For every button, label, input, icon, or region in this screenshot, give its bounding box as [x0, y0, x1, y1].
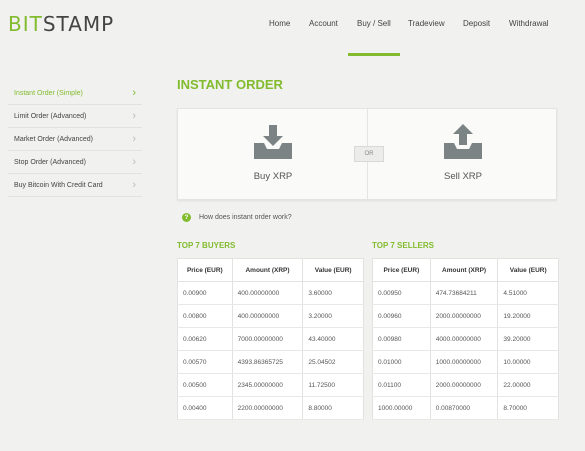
help-link[interactable]: ? How does instant order work? — [182, 213, 292, 222]
table-row: 0.01100 2000.00000000 22.00000 — [372, 373, 559, 397]
upload-tray-icon — [444, 124, 482, 159]
price-cell: 1000.00000 — [372, 396, 431, 420]
chevron-right-icon: › — [132, 133, 136, 145]
value-cell: 3.60000 — [302, 281, 364, 305]
chevron-right-icon: › — [132, 179, 136, 191]
amount-cell: 4000.00000000 — [430, 327, 499, 351]
price-cell: 0.00800 — [177, 304, 233, 328]
value-cell: 11.72500 — [302, 373, 364, 397]
sellers-title: TOP 7 SELLERS — [372, 241, 434, 250]
sidebar-item-label: Instant Order (Simple) — [14, 90, 83, 97]
question-icon: ? — [182, 213, 191, 222]
amount-cell: 2000.00000000 — [430, 373, 499, 397]
column-header: Price (EUR) — [372, 258, 431, 282]
amount-cell: 4393.86365725 — [232, 350, 304, 374]
price-cell: 0.00570 — [177, 350, 233, 374]
buyers-table: Price (EUR) Amount (XRP) Value (EUR) 0.0… — [177, 258, 364, 420]
value-cell: 3.20000 — [302, 304, 364, 328]
sell-button[interactable]: Sell XRP — [368, 109, 558, 201]
table-row: 0.00400 2200.00000000 8.80000 — [177, 396, 364, 420]
sidebar-item-label: Limit Order (Advanced) — [14, 113, 87, 120]
table-row: 1000.00000 0.00870000 8.70000 — [372, 396, 559, 420]
price-cell: 0.00500 — [177, 373, 233, 397]
sidebar-item-instant-order[interactable]: Instant Order (Simple) › — [8, 82, 142, 105]
buy-label: Buy XRP — [253, 171, 293, 182]
value-cell: 22.00000 — [497, 373, 559, 397]
table-row: 0.00800 400.00000000 3.20000 — [177, 304, 364, 328]
price-cell: 0.00960 — [372, 304, 431, 328]
column-header: Value (EUR) — [302, 258, 364, 282]
amount-cell: 400.00000000 — [232, 281, 304, 305]
nav-active-indicator — [348, 53, 400, 56]
table-header-row: Price (EUR) Amount (XRP) Value (EUR) — [177, 258, 364, 282]
table-row: 0.00980 4000.00000000 39.20000 — [372, 327, 559, 351]
buyers-title: TOP 7 BUYERS — [177, 241, 236, 250]
table-row: 0.00570 4393.86365725 25.04502 — [177, 350, 364, 374]
sidebar: Instant Order (Simple) › Limit Order (Ad… — [8, 82, 142, 197]
amount-cell: 7000.00000000 — [232, 327, 304, 351]
table-row: 0.00960 2000.00000000 19.20000 — [372, 304, 559, 328]
sidebar-item-credit-card[interactable]: Buy Bitcoin With Credit Card › — [8, 174, 142, 197]
buy-button[interactable]: Buy XRP — [178, 109, 368, 201]
column-header: Price (EUR) — [177, 258, 233, 282]
instant-order-panel: Buy XRP Sell XRP OR — [177, 108, 558, 201]
nav-home[interactable]: Home — [269, 19, 290, 28]
nav-buy-sell[interactable]: Buy / Sell — [357, 19, 391, 28]
help-text: How does instant order work? — [199, 214, 292, 221]
nav-withdrawal[interactable]: Withdrawal — [509, 19, 549, 28]
download-tray-icon — [254, 125, 292, 159]
sell-label: Sell XRP — [443, 171, 482, 182]
amount-cell: 2000.00000000 — [430, 304, 499, 328]
amount-cell: 0.00870000 — [430, 396, 499, 420]
column-header: Amount (XRP) — [232, 258, 304, 282]
nav-deposit[interactable]: Deposit — [463, 19, 490, 28]
sidebar-item-label: Stop Order (Advanced) — [14, 159, 86, 166]
value-cell: 19.20000 — [497, 304, 559, 328]
chevron-right-icon: › — [132, 156, 136, 168]
nav-tradeview[interactable]: Tradeview — [408, 19, 445, 28]
price-cell: 0.00980 — [372, 327, 431, 351]
amount-cell: 2200.00000000 — [232, 396, 304, 420]
nav-account[interactable]: Account — [309, 19, 338, 28]
page-title: INSTANT ORDER — [177, 77, 283, 92]
value-cell: 8.80000 — [302, 396, 364, 420]
sellers-table: Price (EUR) Amount (XRP) Value (EUR) 0.0… — [372, 258, 559, 420]
value-cell: 10.00000 — [497, 350, 559, 374]
value-cell: 25.04502 — [302, 350, 364, 374]
value-cell: 43.40000 — [302, 327, 364, 351]
chevron-right-icon: › — [132, 87, 136, 99]
or-divider-badge: OR — [354, 146, 384, 162]
column-header: Value (EUR) — [497, 258, 559, 282]
table-row: 0.00950 474.73684211 4.51000 — [372, 281, 559, 305]
value-cell: 4.51000 — [497, 281, 559, 305]
sidebar-item-label: Buy Bitcoin With Credit Card — [14, 182, 103, 189]
value-cell: 8.70000 — [497, 396, 559, 420]
amount-cell: 474.73684211 — [430, 281, 499, 305]
amount-cell: 2345.00000000 — [232, 373, 304, 397]
sidebar-item-stop-order[interactable]: Stop Order (Advanced) › — [8, 151, 142, 174]
column-header: Amount (XRP) — [430, 258, 499, 282]
price-cell: 0.01100 — [372, 373, 431, 397]
top-nav: Home Account Buy / Sell Tradeview Deposi… — [0, 19, 585, 59]
price-cell: 0.01000 — [372, 350, 431, 374]
chevron-right-icon: › — [132, 110, 136, 122]
amount-cell: 400.00000000 — [232, 304, 304, 328]
price-cell: 0.00900 — [177, 281, 233, 305]
sidebar-item-limit-order[interactable]: Limit Order (Advanced) › — [8, 105, 142, 128]
price-cell: 0.00400 — [177, 396, 233, 420]
table-row: 0.00500 2345.00000000 11.72500 — [177, 373, 364, 397]
table-row: 0.00900 400.00000000 3.60000 — [177, 281, 364, 305]
sidebar-item-label: Market Order (Advanced) — [14, 136, 93, 143]
price-cell: 0.00950 — [372, 281, 431, 305]
table-header-row: Price (EUR) Amount (XRP) Value (EUR) — [372, 258, 559, 282]
amount-cell: 1000.00000000 — [430, 350, 499, 374]
price-cell: 0.00620 — [177, 327, 233, 351]
value-cell: 39.20000 — [497, 327, 559, 351]
table-row: 0.00620 7000.00000000 43.40000 — [177, 327, 364, 351]
sidebar-item-market-order[interactable]: Market Order (Advanced) › — [8, 128, 142, 151]
table-row: 0.01000 1000.00000000 10.00000 — [372, 350, 559, 374]
